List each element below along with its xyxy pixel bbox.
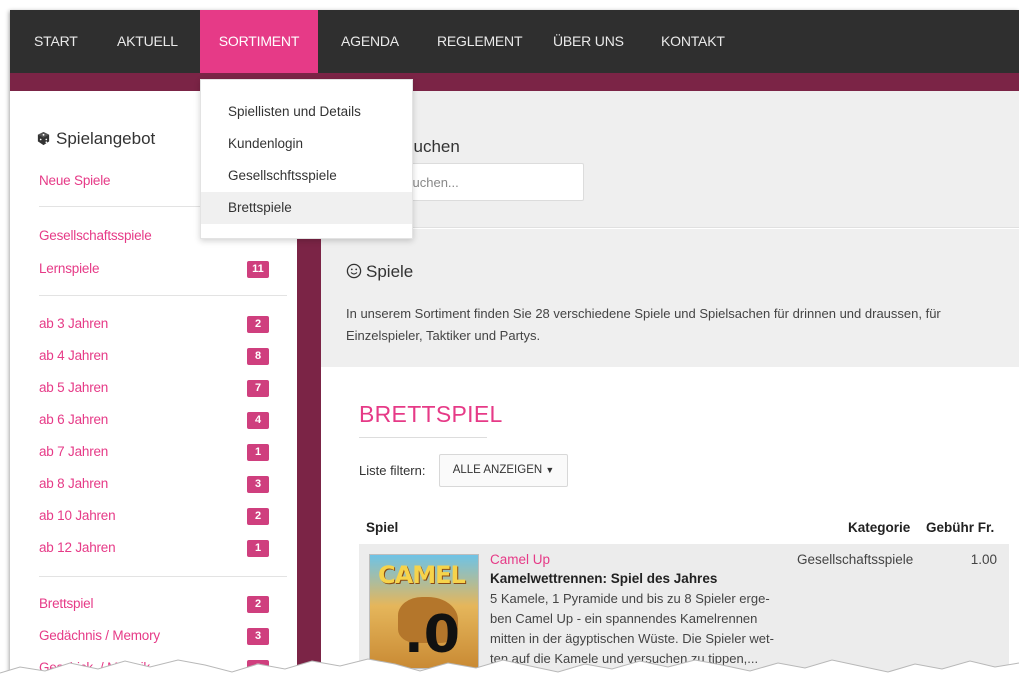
game-thumbnail[interactable]: CAMEL .0 [369, 554, 479, 669]
filter-label: Liste filtern: [359, 463, 426, 478]
count-badge: 2 [247, 508, 269, 525]
game-description: 5 Kamele, 1 Pyramide und bis zu 8 Spiele… [490, 591, 774, 666]
spiele-title: Spiele [346, 262, 413, 282]
count-badge: 2 [247, 316, 269, 333]
sidebar-title-text: Spielangebot [56, 129, 156, 148]
sidebar-item-ab-8[interactable]: ab 8 Jahren [39, 476, 108, 491]
spiele-section: Spiele In unserem Sortiment finden Sie 2… [321, 229, 1019, 367]
menu-item-spiellisten[interactable]: Spiellisten und Details [201, 96, 412, 128]
main-content: suchen Spiele In unserem Sortiment finde… [321, 91, 1019, 684]
game-fee: 1.00 [970, 552, 997, 567]
sidebar-title: Spielangebot [36, 129, 155, 149]
nav-agenda[interactable]: AGENDA [341, 10, 399, 73]
dice-icon [37, 131, 50, 146]
nav-reglement[interactable]: REGLEMENT [437, 10, 523, 73]
spiele-title-text: Spiele [366, 262, 414, 281]
sidebar-item-brettspiel[interactable]: Brettspiel [39, 596, 93, 611]
sidebar-divider [39, 576, 287, 577]
menu-item-brettspiele[interactable]: Brettspiele [201, 192, 412, 224]
column-header-fee: Gebühr Fr. [926, 520, 995, 535]
accent-band [10, 73, 1019, 91]
nav-start[interactable]: START [34, 10, 78, 73]
sidebar-item-ab-12[interactable]: ab 12 Jahren [39, 540, 116, 555]
game-subtitle: Kamelwettrennen: Spiel des Jahres [490, 571, 718, 586]
count-badge: 1 [247, 444, 269, 461]
count-badge: 3 [247, 660, 269, 677]
nav-kontakt[interactable]: KONTAKT [661, 10, 725, 73]
menu-item-gesellschftsspiele[interactable]: Gesellschftsspiele [201, 160, 412, 192]
main-nav: START AKTUELL SORTIMENT AGENDA REGLEMENT… [10, 10, 1019, 73]
sortiment-dropdown-menu: Spiellisten und Details Kundenlogin Gese… [200, 79, 413, 239]
sidebar-divider [39, 295, 287, 296]
sidebar-item-gesellschaftsspiele[interactable]: Gesellschaftsspiele [39, 228, 152, 243]
count-badge: 4 [247, 412, 269, 429]
caret-down-icon: ▼ [545, 465, 555, 475]
search-title: suchen [405, 137, 460, 156]
search-input[interactable] [395, 163, 584, 201]
sidebar-item-gedaechnis[interactable]: Gedächnis / Memory [39, 628, 160, 643]
count-badge: 3 [247, 476, 269, 493]
count-badge: 3 [247, 628, 269, 645]
game-category: Gesellschaftsspiele [797, 552, 914, 567]
filter-button-label: ALLE ANZEIGEN [452, 464, 543, 476]
search-section: suchen [321, 91, 1019, 228]
sidebar-item-ab-7[interactable]: ab 7 Jahren [39, 444, 108, 459]
sidebar-item-ab-10[interactable]: ab 10 Jahren [39, 508, 116, 523]
column-header-game: Spiel [366, 520, 399, 535]
sidebar-item-neue-spiele[interactable]: Neue Spiele [39, 173, 111, 188]
spiele-intro: In unserem Sortiment finden Sie 28 versc… [346, 306, 941, 343]
sidebar-item-lernspiele[interactable]: Lernspiele [39, 261, 99, 276]
smiley-icon [346, 263, 362, 279]
thumbnail-logo: CAMEL [378, 561, 466, 589]
nav-sortiment[interactable]: SORTIMENT [200, 10, 318, 73]
page-frame: START AKTUELL SORTIMENT AGENDA REGLEMENT… [10, 10, 1019, 684]
thumbnail-overlay: .0 [404, 605, 460, 665]
nav-aktuell[interactable]: AKTUELL [117, 10, 178, 73]
menu-item-kundenlogin[interactable]: Kundenlogin [201, 128, 412, 160]
sidebar-item-ab-4[interactable]: ab 4 Jahren [39, 348, 108, 363]
table-row: CAMEL .0 Camel Up Kamelwettrennen: Spiel… [359, 544, 1009, 684]
game-name-link[interactable]: Camel Up [490, 552, 550, 567]
sidebar-item-ab-5[interactable]: ab 5 Jahren [39, 380, 108, 395]
count-badge: 7 [247, 380, 269, 397]
sidebar-item-ab-6[interactable]: ab 6 Jahren [39, 412, 108, 427]
column-header-category: Kategorie [848, 520, 911, 535]
section-title: BRETTSPIEL [359, 401, 503, 427]
sidebar-item-ab-3[interactable]: ab 3 Jahren [39, 316, 108, 331]
section-rule [359, 437, 487, 438]
count-badge: 8 [247, 348, 269, 365]
count-badge: 2 [247, 596, 269, 613]
count-badge: 1 [247, 540, 269, 557]
nav-ueber-uns[interactable]: ÜBER UNS [553, 10, 624, 73]
sidebar-item-geschick[interactable]: Geschick. / Motorik [39, 660, 150, 675]
filter-dropdown-button[interactable]: ALLE ANZEIGEN ▼ [439, 454, 568, 487]
count-badge: 11 [247, 261, 269, 278]
